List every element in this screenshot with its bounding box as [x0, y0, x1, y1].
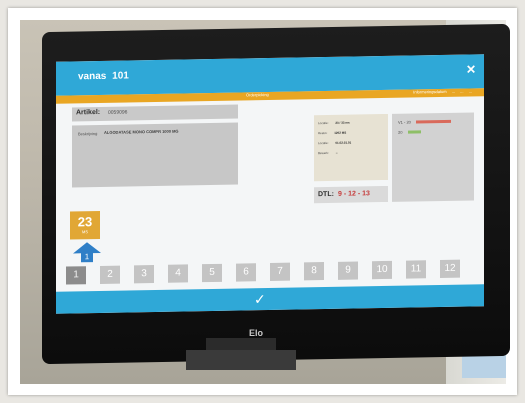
right-row-1: 20	[398, 129, 421, 135]
up-arrow-icon: 1	[73, 242, 101, 263]
article-value: 0059096	[108, 109, 128, 116]
count-value: 23	[77, 214, 93, 230]
article-box: Artikel: 0059096	[72, 104, 238, 122]
step-button-5[interactable]: 5	[202, 263, 222, 283]
step-button-7[interactable]: 7	[270, 262, 290, 281]
right-row-1-bar	[407, 130, 421, 135]
step-button-2[interactable]: 2	[100, 265, 120, 284]
monitor-mount-base	[186, 350, 296, 370]
article-label: Artikel:	[76, 108, 101, 117]
detail-row-1-label: Reeks:	[318, 130, 328, 136]
right-row-1-label: 20	[398, 130, 403, 136]
count-tile[interactable]: 23 MS	[70, 210, 100, 240]
step-button-4[interactable]: 4	[168, 264, 188, 283]
title-name: vanas	[78, 70, 107, 83]
detail-row-0-label: Locatie:	[318, 120, 329, 126]
step-button-8[interactable]: 8	[304, 262, 324, 281]
detail-row-0: Locatie: 23 / 33 ms	[318, 121, 350, 126]
dtl-label: DTL:	[318, 190, 334, 199]
count-unit: MS	[82, 229, 88, 235]
detail-row-1-value: 1252 MS	[334, 130, 347, 135]
step-button-10[interactable]: 10	[372, 260, 392, 280]
description-box: Beskrijving ALGODATASE MONO COMPR 1000 M…	[72, 122, 238, 188]
right-row-0-bar	[416, 120, 452, 124]
close-icon[interactable]: ✕	[466, 62, 476, 76]
right-row-0: V1 - 20	[398, 119, 452, 126]
step-button-3[interactable]: 3	[134, 265, 154, 284]
detail-row-2-value: 01.02.01.01	[335, 140, 352, 145]
orange-right-item-1: ...	[451, 88, 456, 94]
step-buttons: 1 2 3 4 5 6 7 8 9 10 11 12	[66, 259, 474, 285]
orange-right-item-0: Informeringsdatum	[413, 88, 447, 95]
dtl-value: 9 - 12 - 13	[338, 190, 370, 198]
detail-row-0-value: 23 / 33 ms	[335, 120, 350, 125]
right-status-box: V1 - 20 20	[392, 112, 474, 202]
screen: vanas 101 ✕ Orderpicking Informeringsdat…	[56, 54, 484, 314]
step-button-1[interactable]: 1	[66, 266, 86, 285]
step-button-6[interactable]: 6	[236, 263, 256, 282]
step-button-12[interactable]: 12	[440, 259, 460, 279]
step-button-11[interactable]: 11	[406, 260, 426, 279]
description-label: Beskrijving	[78, 131, 98, 137]
detail-row-2: Locatie: 01.02.01.01	[318, 141, 351, 146]
detail-row-3-label: Bewerk:	[318, 150, 329, 156]
detail-card: Locatie: 23 / 33 ms Reeks: 1252 MS Locat…	[314, 113, 388, 182]
monitor-brand-logo: Elo	[249, 328, 264, 338]
orange-right-item-2: ...	[460, 88, 464, 94]
title-number: 101	[112, 70, 129, 82]
detail-row-2-label: Locatie:	[318, 140, 329, 146]
dtl-box: DTL: 9 - 12 - 13	[314, 185, 388, 204]
detail-row-3-value: --	[335, 150, 338, 155]
arrow-label: 1	[85, 252, 90, 261]
orange-center-text: Orderpicking	[246, 92, 269, 98]
window-title: vanas 101	[78, 70, 129, 82]
description-value: ALGODATASE MONO COMPR 1000 MG	[104, 128, 179, 135]
detail-row-1: Reeks: 1252 MS	[318, 131, 346, 135]
orange-right-item-3: ...	[468, 88, 472, 94]
step-button-9[interactable]: 9	[338, 261, 358, 280]
orange-right-text: Informeringsdatum ... ... ...	[409, 88, 472, 94]
right-row-0-label: V1 - 20	[398, 119, 411, 126]
confirm-check-icon[interactable]: ✓	[254, 291, 266, 308]
detail-row-3: Bewerk: --	[318, 151, 338, 155]
